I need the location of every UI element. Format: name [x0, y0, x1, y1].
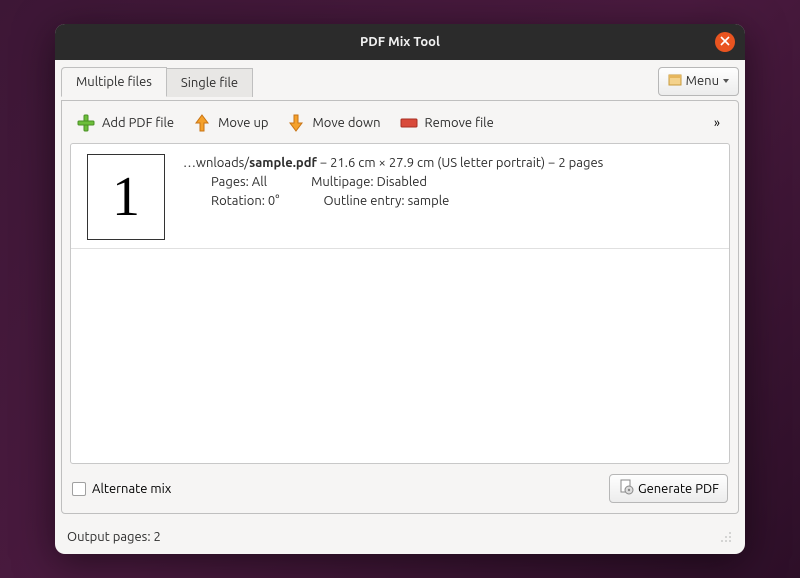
file-metadata: …wnloads/sample.pdf − 21.6 cm × 27.9 cm …: [183, 152, 719, 240]
multipage-value: Multipage: Disabled: [311, 175, 427, 189]
output-pages-label: Output pages: 2: [67, 530, 161, 544]
tab-label: Single file: [181, 76, 238, 90]
menu-icon: [667, 72, 683, 91]
menu-button[interactable]: Menu: [658, 67, 739, 96]
arrow-up-icon: [192, 113, 212, 133]
remove-icon: [399, 113, 419, 133]
plus-icon: [76, 113, 96, 133]
content-area: Multiple files Single file Menu: [55, 60, 745, 520]
pages-value: Pages: All: [211, 175, 267, 189]
remove-file-button[interactable]: Remove file: [399, 113, 494, 133]
metadata-row: Pages: All Multipage: Disabled: [183, 175, 719, 189]
file-list-item[interactable]: 1 …wnloads/sample.pdf − 21.6 cm × 27.9 c…: [71, 144, 729, 249]
app-window: PDF Mix Tool Multiple files Single file …: [55, 24, 745, 554]
thumbnail-page-number: 1: [112, 165, 140, 229]
tab-single-file[interactable]: Single file: [167, 68, 253, 97]
alternate-mix-checkbox[interactable]: Alternate mix: [72, 482, 171, 496]
resize-grip-icon[interactable]: [719, 530, 733, 544]
toolbar: Add PDF file Move up Move down: [70, 109, 730, 143]
window-title: PDF Mix Tool: [360, 35, 440, 49]
file-list[interactable]: 1 …wnloads/sample.pdf − 21.6 cm × 27.9 c…: [70, 143, 730, 464]
tab-row: Multiple files Single file Menu: [61, 66, 739, 96]
move-down-button[interactable]: Move down: [286, 113, 380, 133]
button-label: Add PDF file: [102, 116, 174, 130]
file-dimensions: − 21.6 cm × 27.9 cm (US letter portrait)…: [317, 156, 603, 170]
add-pdf-button[interactable]: Add PDF file: [76, 113, 174, 133]
arrow-down-icon: [286, 113, 306, 133]
button-label: Generate PDF: [638, 482, 719, 496]
outline-value: Outline entry: sample: [323, 194, 449, 208]
button-label: Move down: [312, 116, 380, 130]
toolbar-overflow-button[interactable]: »: [710, 116, 724, 130]
tab-label: Multiple files: [76, 75, 152, 89]
file-thumbnail: 1: [87, 154, 165, 240]
button-label: Move up: [218, 116, 268, 130]
main-panel: Add PDF file Move up Move down: [61, 100, 739, 514]
file-name: sample.pdf: [249, 156, 317, 170]
close-button[interactable]: [715, 32, 735, 52]
menu-label: Menu: [686, 74, 719, 88]
checkbox-box-icon: [72, 482, 86, 496]
status-bar: Output pages: 2: [55, 520, 745, 554]
titlebar: PDF Mix Tool: [55, 24, 745, 60]
chevron-right-double-icon: »: [714, 116, 720, 130]
gear-document-icon: [618, 479, 634, 498]
generate-pdf-button[interactable]: Generate PDF: [609, 474, 728, 503]
button-label: Remove file: [425, 116, 494, 130]
file-title-line: …wnloads/sample.pdf − 21.6 cm × 27.9 cm …: [183, 156, 719, 170]
metadata-row: Rotation: 0° Outline entry: sample: [183, 194, 719, 208]
bottom-controls: Alternate mix Generate PDF: [70, 472, 730, 505]
close-icon: [720, 35, 730, 49]
rotation-value: Rotation: 0°: [211, 194, 279, 208]
file-path-prefix: …wnloads/: [183, 156, 249, 170]
tab-multiple-files[interactable]: Multiple files: [61, 67, 167, 97]
checkbox-label: Alternate mix: [92, 482, 171, 496]
move-up-button[interactable]: Move up: [192, 113, 268, 133]
chevron-down-icon: [722, 74, 730, 88]
